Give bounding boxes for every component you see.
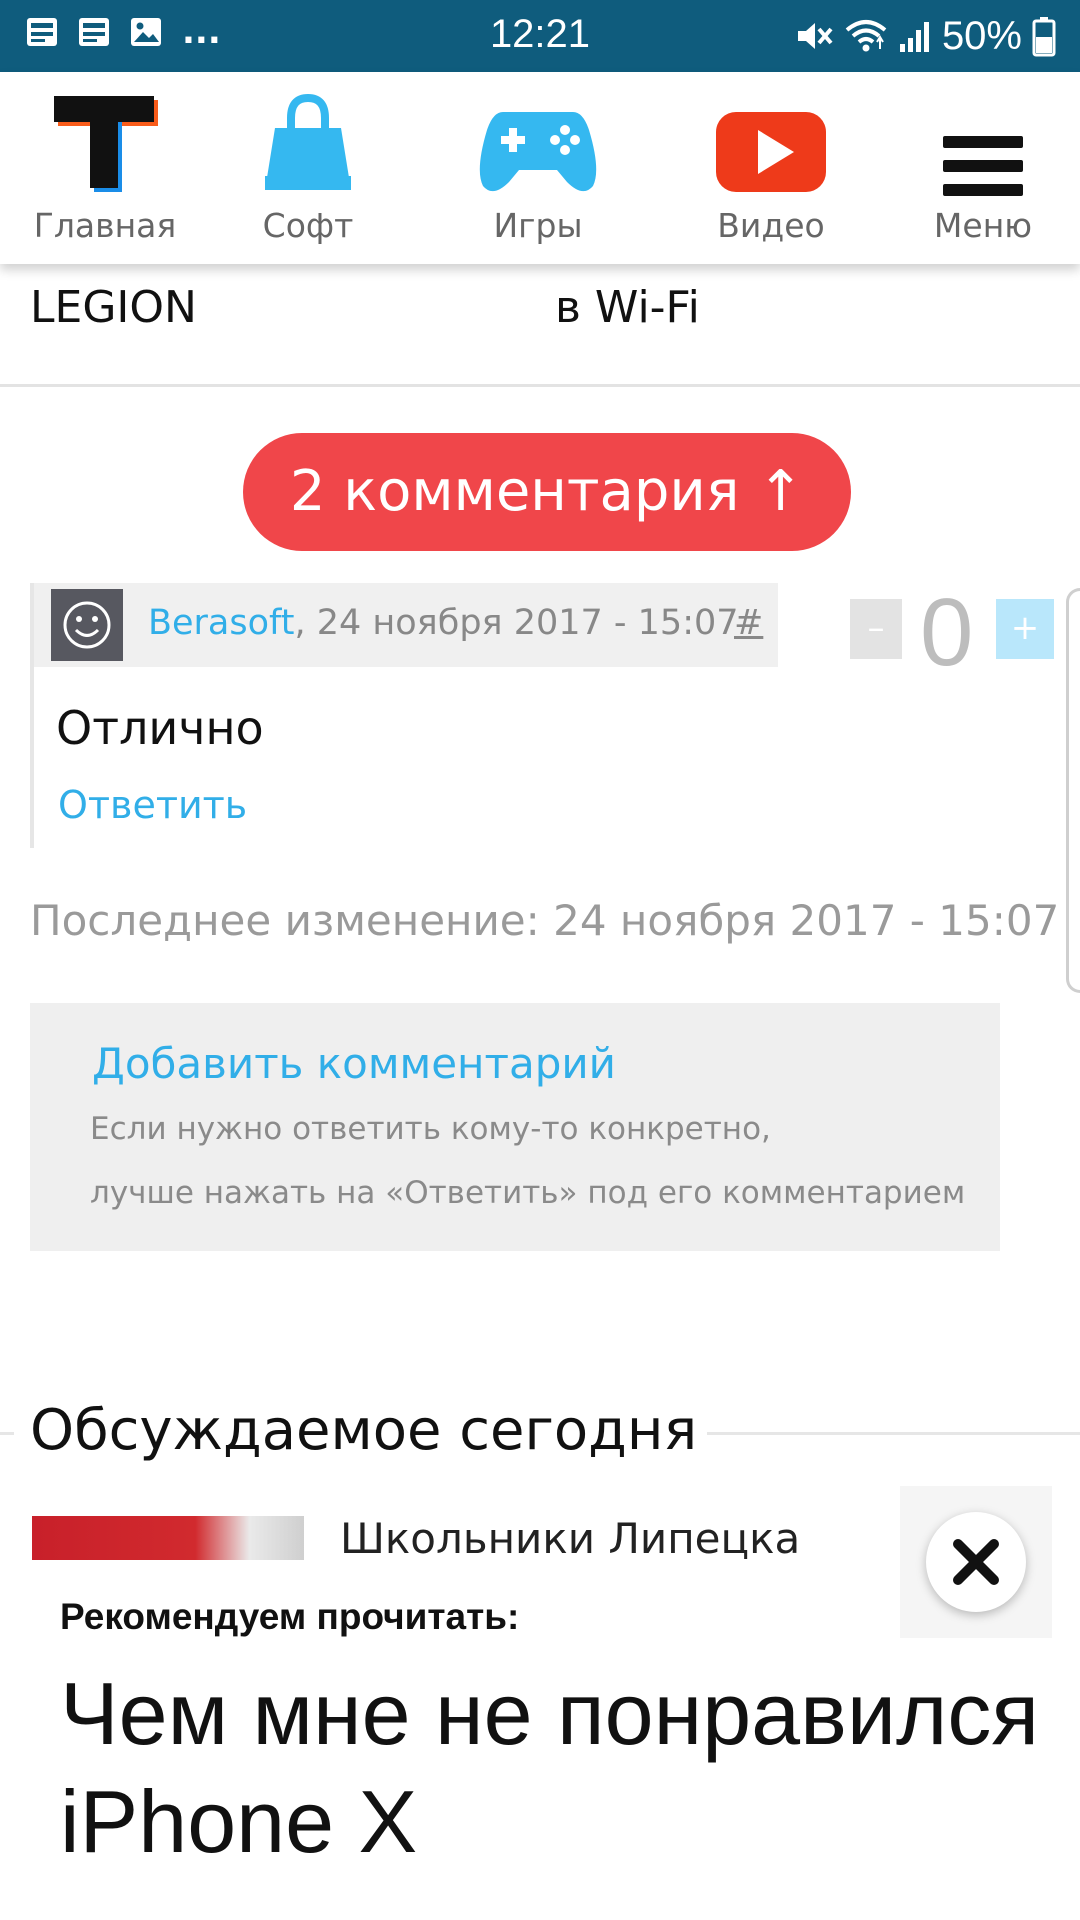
- vote-up-button[interactable]: +: [996, 599, 1054, 659]
- nav-label-soft: Софт: [262, 206, 354, 245]
- vote-count: 0: [920, 579, 974, 686]
- comments-count-button[interactable]: 2 комментария ↑: [243, 433, 851, 551]
- side-panel-edge: [1066, 588, 1080, 993]
- battery-percentage: 50%: [941, 14, 1022, 58]
- close-banner-button[interactable]: [926, 1512, 1026, 1612]
- nav-item-menu[interactable]: Меню: [878, 72, 1080, 264]
- status-bar-right: 50%: [794, 14, 1056, 58]
- vote-down-button[interactable]: –: [850, 599, 902, 659]
- comment: Berasoft, 24 ноября 2017 - 15:07 # – 0 +…: [30, 579, 1080, 848]
- nav-label-home: Главная: [33, 206, 177, 245]
- signal-icon: [899, 22, 929, 52]
- add-comment-link[interactable]: Добавить комментарий: [92, 1039, 616, 1088]
- logo-t-icon: [54, 96, 158, 192]
- nav-item-home[interactable]: Главная: [0, 72, 210, 264]
- hamburger-menu-icon: [943, 136, 1023, 196]
- nav-label-menu: Меню: [933, 206, 1033, 245]
- nav-item-video[interactable]: Видео: [666, 72, 876, 264]
- next-article-link[interactable]: в Wi-Fi: [555, 282, 700, 333]
- add-comment-hint: Если нужно ответить кому-то конкретно,: [90, 1111, 771, 1147]
- recommendation-label: Рекомендуем прочитать:: [60, 1596, 520, 1637]
- add-comment-box: Добавить комментарий Если нужно ответить…: [30, 1003, 1000, 1251]
- close-icon: [953, 1539, 999, 1585]
- site-navigation-bar: Главная Софт Игры Видео Меню: [0, 72, 1080, 264]
- recommendation-title[interactable]: Чем мне не понравился iPhone X: [60, 1660, 1040, 1876]
- gamepad-icon: [479, 112, 597, 192]
- play-video-icon: [716, 112, 826, 192]
- reply-link[interactable]: Ответить: [58, 783, 247, 827]
- wifi-icon: [845, 20, 887, 52]
- section-divider: [690, 1432, 1080, 1435]
- section-divider: [0, 1432, 14, 1435]
- nav-label-games: Игры: [493, 206, 583, 245]
- nav-label-video: Видео: [717, 206, 825, 245]
- mute-icon: [797, 23, 833, 49]
- nav-item-games[interactable]: Игры: [433, 72, 643, 264]
- comment-author-link[interactable]: Berasoft: [148, 603, 294, 643]
- battery-icon: [1032, 17, 1056, 57]
- comment-date: , 24 ноября 2017 - 15:07: [294, 603, 739, 643]
- article-thumbnail[interactable]: [32, 1516, 304, 1560]
- shopping-bag-icon: [265, 93, 351, 190]
- add-comment-hint: лучше нажать на «Ответить» под его комме…: [90, 1175, 966, 1211]
- comment-text: Отлично: [56, 701, 264, 755]
- article-title-link[interactable]: Школьники Липецка: [340, 1514, 800, 1560]
- previous-article-link[interactable]: LEGION: [30, 282, 197, 333]
- avatar: [51, 589, 123, 661]
- comment-meta: Berasoft, 24 ноября 2017 - 15:07: [148, 603, 739, 643]
- previous-articles-row: LEGION в Wi-Fi: [0, 272, 1080, 387]
- status-bar: ... 12:21 50%: [0, 0, 1080, 72]
- discussed-today-heading: Обсуждаемое сегодня: [30, 1398, 708, 1463]
- close-banner-area: [900, 1486, 1052, 1638]
- comment-permalink[interactable]: #: [734, 603, 763, 643]
- nav-item-soft[interactable]: Софт: [203, 72, 413, 264]
- comment-header: Berasoft, 24 ноября 2017 - 15:07 #: [34, 583, 778, 667]
- last-edit-text: Последнее изменение: 24 ноября 2017 - 15…: [30, 896, 1060, 945]
